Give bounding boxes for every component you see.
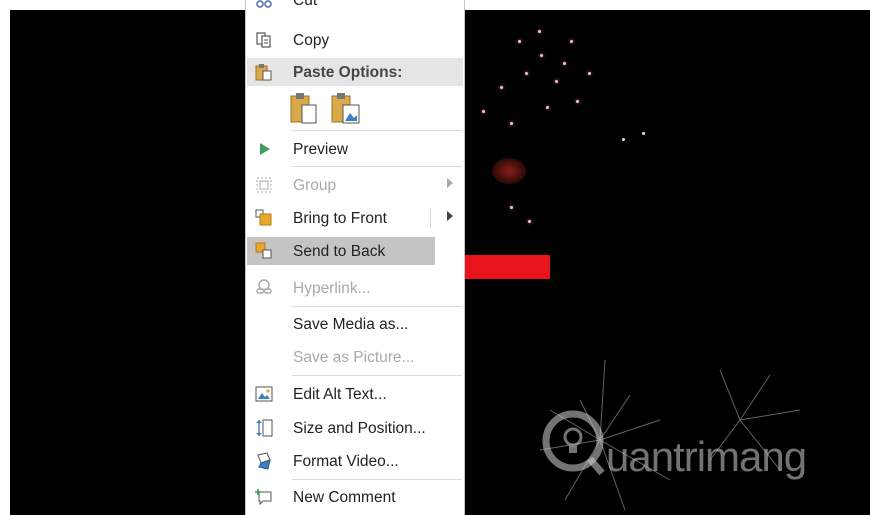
paste-as-picture-icon[interactable] [331,92,363,126]
spark [622,138,625,141]
format-video-icon [257,452,271,470]
new-comment-icon [255,489,272,506]
firework-glow [492,158,526,184]
menu-item-bring-to-front[interactable]: Bring to Front [247,204,463,232]
menu-item-save-as-picture[interactable]: Save as Picture... [247,343,463,371]
menu-item-label: Edit Alt Text... [293,386,387,403]
menu-item-label: Size and Position... [293,420,426,437]
menu-item-label: Copy [293,32,330,49]
paste-options-header: Paste Options: [247,58,463,86]
menu-item-label: Cut [293,0,318,9]
alt-text-icon [255,386,273,402]
spark [588,72,591,75]
menu-item-label: Format Video... [293,453,399,470]
menu-item-label: Preview [293,141,349,158]
menu-item-label: New Comment [293,489,396,506]
menu-item-copy[interactable]: Copy [247,26,463,54]
menu-separator [292,130,462,131]
menu-item-cut[interactable]: Cut [247,0,463,14]
spark [510,122,513,125]
clipboard-icon [255,64,272,81]
spark [555,80,558,83]
menu-item-send-to-back[interactable]: Send to Back [247,237,435,265]
menu-item-label: Send to Back [293,243,386,260]
menu-item-label: Hyperlink... [293,280,371,297]
menu-item-save-media[interactable]: Save Media as... [247,310,463,338]
copy-icon [256,32,271,48]
split-divider [430,208,431,228]
bring-to-front-icon [255,209,272,226]
send-to-back-icon [255,242,272,259]
menu-separator [292,166,462,167]
play-icon [260,143,270,155]
watermark-logo-icon [542,410,605,476]
hyperlink-icon [256,279,272,294]
spark [525,72,528,75]
spark [538,30,541,33]
spark [642,132,645,135]
menu-item-new-comment[interactable]: New Comment [247,483,463,511]
menu-separator [292,479,462,480]
menu-separator [292,375,462,376]
menu-item-hyperlink[interactable]: Hyperlink... [247,274,463,302]
spark [510,206,513,209]
menu-item-label: Save Media as... [293,316,409,333]
spark [482,110,485,113]
watermark-text: uantrimang [606,433,807,480]
spark [500,86,503,89]
menu-item-group[interactable]: Group [247,171,463,199]
menu-item-preview[interactable]: Preview [247,135,463,163]
submenu-arrow-icon [447,178,453,188]
spark [540,54,543,57]
menu-item-label: Bring to Front [293,210,387,227]
menu-item-edit-alt-text[interactable]: Edit Alt Text... [247,380,463,408]
context-menu: Cut Copy Paste Options: Preview Group Br… [245,0,465,515]
spark [518,40,521,43]
scissors-icon [256,0,272,8]
spark [563,62,566,65]
paste-options-label: Paste Options: [293,64,403,81]
size-position-icon [256,419,273,437]
spark [546,106,549,109]
group-icon [256,177,272,193]
menu-separator [292,306,462,307]
submenu-arrow-icon[interactable] [447,211,453,221]
spark [576,100,579,103]
spark [528,220,531,223]
paste-keep-formatting-icon[interactable] [290,92,320,126]
menu-item-size-position[interactable]: Size and Position... [247,414,463,442]
menu-item-format-video[interactable]: Format Video... [247,447,463,475]
menu-item-label: Group [293,177,337,194]
menu-item-label: Save as Picture... [293,349,415,366]
spark [570,40,573,43]
